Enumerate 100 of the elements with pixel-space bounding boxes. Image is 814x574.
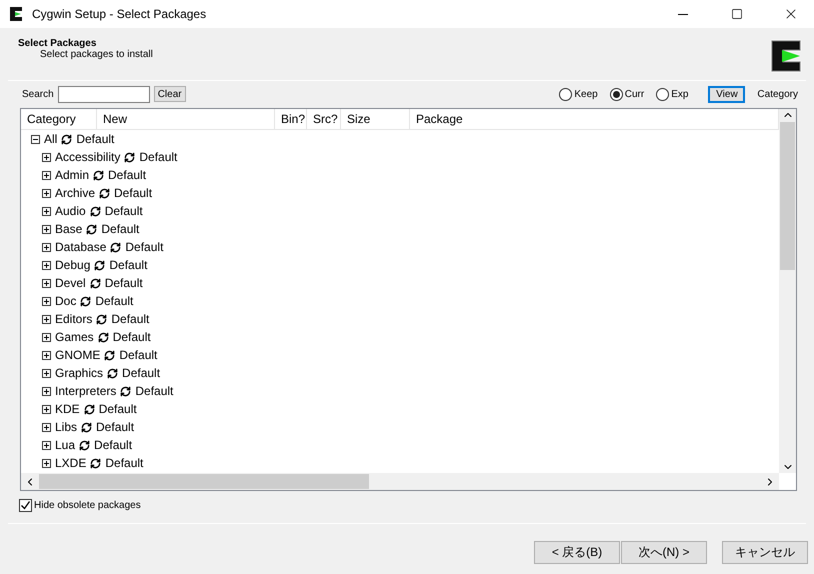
category-name: Games xyxy=(55,330,94,344)
category-name: Archive xyxy=(55,186,96,200)
search-field[interactable] xyxy=(58,86,150,102)
install-action[interactable]: Default xyxy=(105,456,144,470)
view-button[interactable]: View xyxy=(708,86,746,102)
column-header[interactable]: Size xyxy=(341,109,410,129)
refresh-icon xyxy=(110,242,122,252)
install-action[interactable]: Default xyxy=(101,222,140,236)
category-name: KDE xyxy=(55,402,80,416)
install-action[interactable]: Default xyxy=(122,366,160,380)
column-header[interactable]: Category xyxy=(21,109,97,129)
maximize-icon xyxy=(731,8,743,20)
install-action[interactable]: Default xyxy=(76,132,114,146)
expand-icon[interactable] xyxy=(42,368,51,378)
expand-icon[interactable] xyxy=(42,404,51,414)
category-name: Graphics xyxy=(55,366,104,380)
column-header[interactable]: New xyxy=(97,109,275,129)
page-title: Select Packages xyxy=(18,38,98,49)
install-action[interactable]: Default xyxy=(108,168,146,182)
expand-icon[interactable] xyxy=(42,386,51,396)
expand-icon[interactable] xyxy=(42,332,51,342)
refresh-icon xyxy=(93,170,104,180)
category-name: Interpreters xyxy=(55,384,116,398)
refresh-icon xyxy=(120,386,132,396)
category-name: Audio xyxy=(55,204,86,218)
refresh-icon xyxy=(99,188,110,198)
category-name: Devel xyxy=(55,276,86,290)
radio-button[interactable] xyxy=(610,88,623,100)
refresh-icon xyxy=(104,350,116,360)
search-label: Search xyxy=(22,88,54,100)
refresh-icon xyxy=(124,152,136,162)
column-header[interactable]: Bin? xyxy=(275,109,307,129)
expand-icon[interactable] xyxy=(42,260,51,270)
install-action[interactable]: Default xyxy=(112,330,151,344)
wizard-button[interactable]: キャンセル xyxy=(722,541,808,564)
expand-icon[interactable] xyxy=(42,242,51,252)
install-action[interactable]: Default xyxy=(139,150,178,164)
category-name: Database xyxy=(55,240,106,254)
refresh-icon xyxy=(90,206,101,216)
category-name: Base xyxy=(55,222,82,236)
refresh-icon xyxy=(90,458,102,468)
clear-button[interactable]: Clear xyxy=(154,86,186,102)
expand-icon[interactable] xyxy=(42,278,51,288)
install-action[interactable]: Default xyxy=(109,258,148,272)
vertical-scrollbar[interactable] xyxy=(779,109,796,473)
view-mode-label: Category xyxy=(757,88,798,100)
install-action[interactable]: Default xyxy=(95,294,134,308)
category-name: Libs xyxy=(55,420,78,434)
expand-icon[interactable] xyxy=(42,458,51,468)
expand-icon[interactable] xyxy=(42,314,51,324)
refresh-icon xyxy=(80,296,92,306)
install-action[interactable]: Default xyxy=(114,186,152,200)
checkbox[interactable] xyxy=(19,499,32,512)
category-name: LXDE xyxy=(55,456,86,470)
radio-label: Exp xyxy=(671,88,688,100)
refresh-icon xyxy=(86,224,98,234)
refresh-icon xyxy=(94,260,106,270)
horizontal-scrollbar[interactable] xyxy=(21,473,779,490)
radio-button[interactable] xyxy=(559,88,572,100)
collapse-icon[interactable] xyxy=(31,134,40,144)
expand-icon[interactable] xyxy=(42,422,51,432)
install-action[interactable]: Default xyxy=(98,402,137,416)
category-name: Admin xyxy=(55,168,90,182)
scrollbar-thumb[interactable] xyxy=(780,122,795,270)
install-action[interactable]: Default xyxy=(94,438,132,452)
install-action[interactable]: Default xyxy=(135,384,174,398)
expand-icon[interactable] xyxy=(42,206,51,216)
radio-button[interactable] xyxy=(656,88,670,100)
refresh-icon xyxy=(107,368,118,378)
category-name: Editors xyxy=(55,312,92,326)
category-name: All xyxy=(44,132,58,146)
page-subtitle: Select packages to install xyxy=(39,49,153,60)
expand-icon[interactable] xyxy=(42,440,51,450)
install-action[interactable]: Default xyxy=(125,240,164,254)
refresh-icon xyxy=(79,440,90,450)
scrollbar-thumb[interactable] xyxy=(39,474,369,489)
app-logo-icon xyxy=(8,6,24,22)
expand-icon[interactable] xyxy=(42,296,51,306)
wizard-button[interactable]: < 戻る(B) xyxy=(534,541,620,564)
refresh-icon xyxy=(81,422,92,432)
wizard-button[interactable]: 次へ(N) > xyxy=(621,541,707,564)
refresh-icon xyxy=(98,332,109,342)
refresh-icon xyxy=(96,314,108,324)
install-action[interactable]: Default xyxy=(104,276,143,290)
column-header[interactable]: Src? xyxy=(307,109,341,129)
expand-icon[interactable] xyxy=(42,188,51,198)
radio-label: Curr xyxy=(624,88,644,100)
window-title: Cygwin Setup - Select Packages xyxy=(32,7,208,21)
refresh-icon xyxy=(61,134,72,144)
install-action[interactable]: Default xyxy=(111,312,150,326)
install-action[interactable]: Default xyxy=(119,348,158,362)
expand-icon[interactable] xyxy=(42,350,51,360)
expand-icon[interactable] xyxy=(42,224,51,234)
expand-icon[interactable] xyxy=(42,170,51,180)
install-action[interactable]: Default xyxy=(104,204,143,218)
checkbox-label: Hide obsolete packages xyxy=(34,500,141,511)
install-action[interactable]: Default xyxy=(96,420,134,434)
category-name: GNOME xyxy=(55,348,100,362)
expand-icon[interactable] xyxy=(42,152,51,162)
refresh-icon xyxy=(90,278,101,288)
